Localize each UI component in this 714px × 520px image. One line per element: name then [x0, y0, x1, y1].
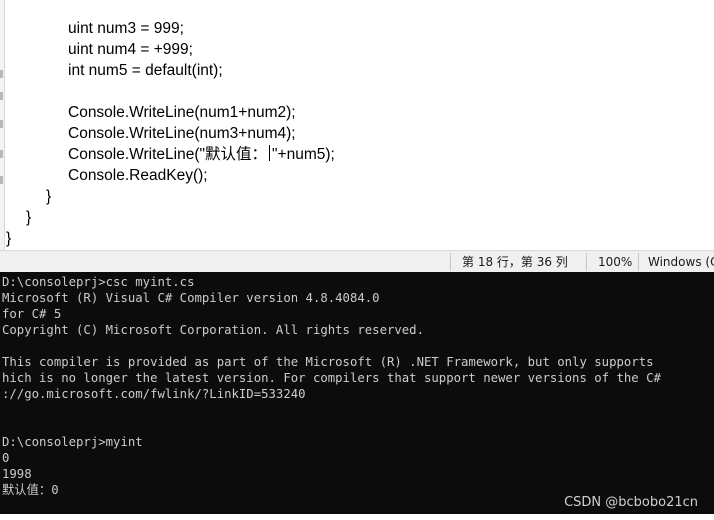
code-line: uint num4 = +999; — [68, 41, 193, 58]
status-separator — [586, 253, 587, 271]
screenshot-root: uint num3 = 999; uint num4 = +999; int n… — [0, 0, 714, 520]
code-line: int num5 = default(int); — [68, 62, 223, 79]
line-ending: Windows (C — [648, 255, 714, 269]
console-line: This compiler is provided as part of the… — [2, 355, 654, 369]
edge-mark — [0, 176, 3, 184]
cursor-position: 第 18 行，第 36 列 — [462, 255, 568, 269]
code-segment-after-caret: "+num5); — [272, 146, 335, 163]
code-line: Console.WriteLine(num3+num4); — [68, 125, 296, 142]
console-line: ://go.microsoft.com/fwlink/?LinkID=53324… — [2, 387, 306, 401]
code-segment-before-caret: Console.WriteLine("默认值： — [68, 146, 268, 163]
code-line: } — [26, 209, 32, 226]
notepad-editor[interactable]: uint num3 = 999; uint num4 = +999; int n… — [0, 0, 714, 250]
zoom-level[interactable]: 100% — [598, 251, 632, 273]
console-line: 0 — [2, 451, 10, 465]
status-separator — [638, 253, 639, 271]
watermark: CSDN @bcbobo21cn — [564, 495, 698, 510]
console-line: for C# 5 — [2, 307, 62, 321]
status-bar: 第 18 行，第 36 列 100% Windows (C — [0, 250, 714, 273]
console-line: 默认值：0 — [2, 483, 59, 497]
code-line: Console.WriteLine(num1+num2); — [68, 104, 296, 121]
status-separator — [450, 253, 451, 271]
edge-mark — [0, 150, 3, 158]
code-line-with-caret: Console.WriteLine("默认值： "+num5); — [68, 144, 335, 165]
console-line: 1998 — [2, 467, 32, 481]
code-line: } — [46, 188, 52, 205]
console-line: D:\consoleprj>csc myint.cs — [2, 275, 195, 289]
console-line: Microsoft (R) Visual C# Compiler version… — [2, 291, 380, 305]
edge-mark — [0, 70, 3, 78]
code-line: uint num3 = 999; — [68, 20, 184, 37]
editor-left-edge — [0, 0, 5, 250]
console-window[interactable]: D:\consoleprj>csc myint.cs Microsoft (R)… — [0, 272, 714, 514]
console-line: D:\consoleprj>myint — [2, 435, 143, 449]
code-line: } — [6, 230, 12, 247]
text-caret — [269, 145, 271, 161]
code-line: Console.ReadKey(); — [68, 167, 208, 184]
edge-mark — [0, 92, 3, 100]
edge-mark — [0, 120, 3, 128]
bottom-edge — [0, 514, 714, 520]
console-line: hich is no longer the latest version. Fo… — [2, 371, 661, 385]
console-line: Copyright (C) Microsoft Corporation. All… — [2, 323, 424, 337]
